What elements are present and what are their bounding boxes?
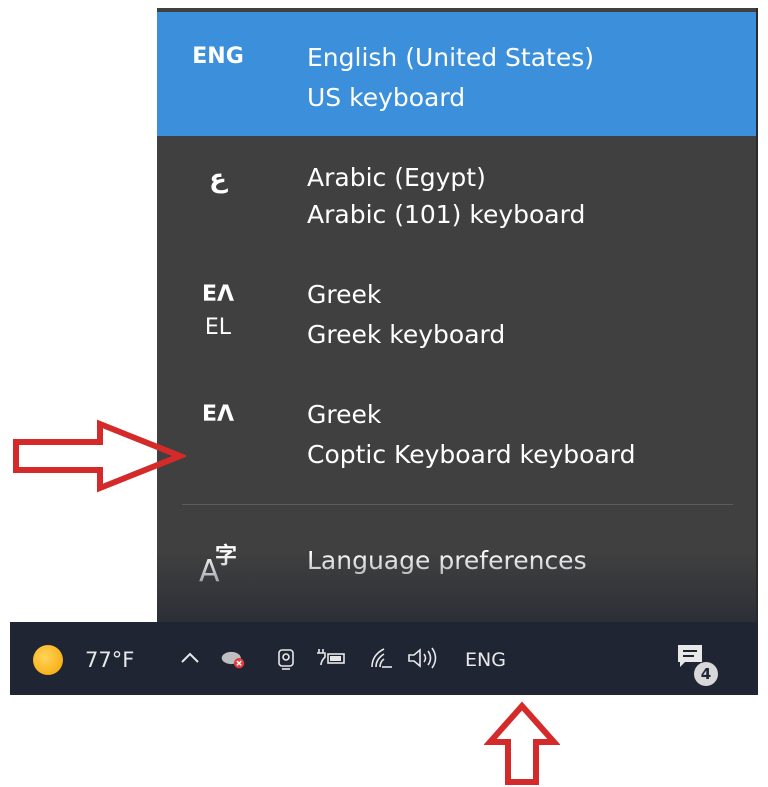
language-preferences-icon-char: 字 bbox=[215, 544, 238, 569]
language-tag-main: ΕΛ bbox=[201, 282, 235, 307]
language-item-greek-coptic[interactable]: ΕΛ Greek Coptic Keyboard keyboard bbox=[157, 374, 756, 500]
language-tag: ع bbox=[209, 164, 227, 194]
onedrive-error-icon[interactable] bbox=[220, 645, 246, 671]
language-name: English (United States) bbox=[307, 43, 595, 72]
flyout-edge bbox=[756, 8, 758, 622]
battery-charging-icon[interactable] bbox=[315, 645, 347, 671]
language-preferences-icon: A 字 bbox=[193, 536, 243, 596]
volume-icon[interactable] bbox=[406, 645, 440, 671]
weather-sun-icon[interactable] bbox=[33, 645, 63, 675]
language-tag: ΕΛ EL bbox=[157, 282, 279, 340]
show-hidden-icons-chevron-icon[interactable] bbox=[177, 645, 203, 671]
meet-now-icon[interactable] bbox=[273, 645, 299, 671]
keyboard-name: Coptic Keyboard keyboard bbox=[307, 440, 636, 469]
language-preferences-label: Language preferences bbox=[307, 546, 587, 575]
language-flyout: ENG English (United States) US keyboard … bbox=[157, 8, 756, 622]
keyboard-name: Greek keyboard bbox=[307, 320, 506, 349]
language-preferences-link[interactable]: A 字 Language preferences bbox=[157, 518, 756, 598]
language-item-greek[interactable]: ΕΛ EL Greek Greek keyboard bbox=[157, 254, 756, 374]
language-item-english-us[interactable]: ENG English (United States) US keyboard bbox=[157, 12, 756, 136]
separator bbox=[182, 504, 733, 505]
weather-temperature[interactable]: 77°F bbox=[85, 648, 134, 672]
language-name: Arabic (Egypt) bbox=[307, 163, 486, 192]
language-name: Greek bbox=[307, 400, 382, 429]
taskbar: 77°F ENG 4 bbox=[10, 622, 758, 695]
up-pointing-arrow-annotation bbox=[484, 701, 560, 785]
notification-count-badge: 4 bbox=[694, 662, 718, 686]
keyboard-name: Arabic (101) keyboard bbox=[307, 200, 586, 229]
wifi-icon[interactable] bbox=[368, 645, 394, 671]
language-tag-sub: EL bbox=[204, 315, 232, 340]
language-item-arabic-egypt[interactable]: ع Arabic (Egypt) Arabic (101) keyboard bbox=[157, 136, 756, 254]
language-indicator-button[interactable]: ENG bbox=[465, 649, 506, 671]
keyboard-name: US keyboard bbox=[307, 83, 466, 112]
language-tag: ENG bbox=[192, 44, 244, 69]
language-name: Greek bbox=[307, 280, 382, 309]
right-pointing-arrow-annotation bbox=[13, 419, 186, 493]
